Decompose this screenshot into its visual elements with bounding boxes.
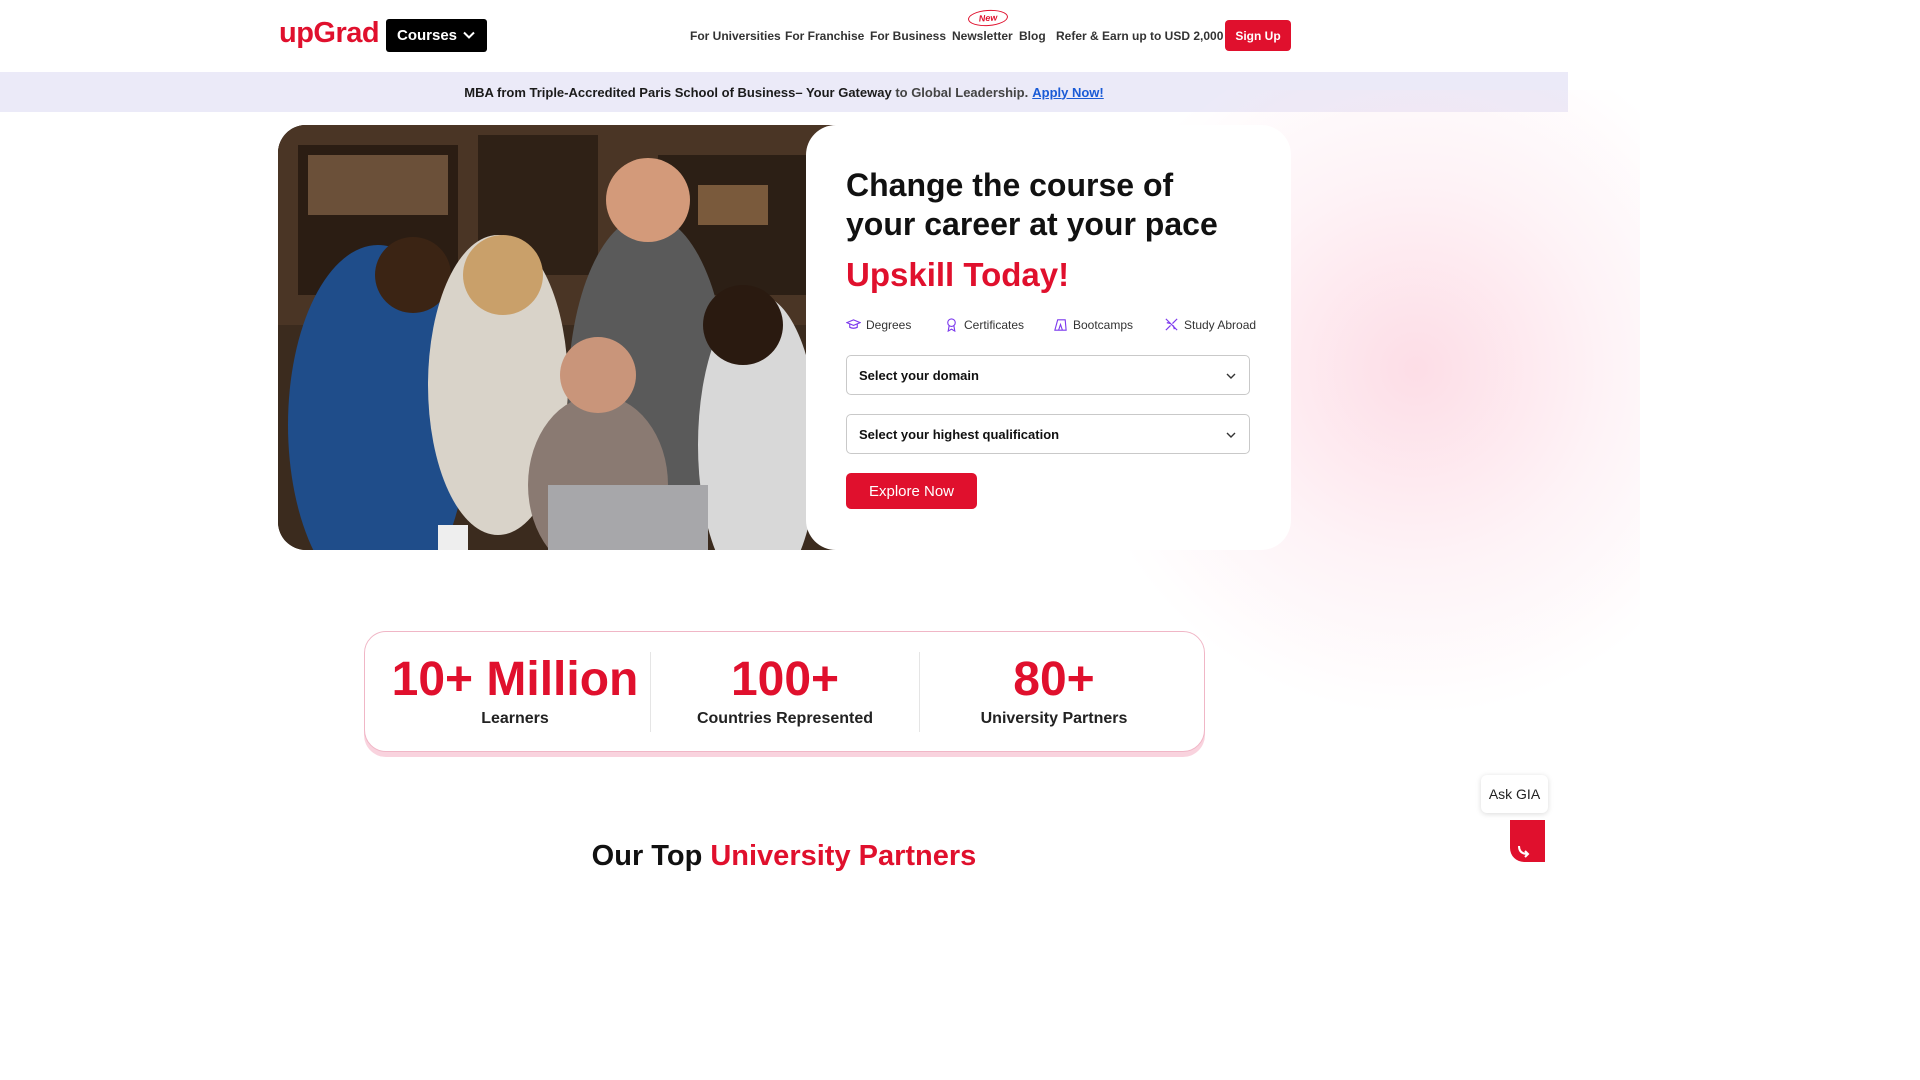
nav-blog[interactable]: Blog (1019, 29, 1046, 43)
hero-image (278, 125, 838, 550)
nav-for-universities[interactable]: For Universities (690, 29, 781, 43)
qualification-select-value: Select your highest qualification (859, 426, 1060, 442)
chat-icon (1518, 845, 1530, 858)
banner-text: MBA from Triple-Accredited Paris School … (464, 84, 892, 100)
hero-title: Change the course of your career at your… (846, 167, 1218, 242)
chevron-down-icon (1226, 373, 1236, 379)
domain-select-value: Select your domain (859, 367, 979, 383)
category-label: Degrees (866, 317, 912, 332)
stat-label: Countries Represented (696, 710, 874, 727)
chevron-down-icon (1226, 432, 1236, 438)
category-study-abroad[interactable]: Study Abroad (1164, 317, 1256, 332)
stat-value: 10+ Million (391, 653, 639, 706)
courses-label: Courses (397, 27, 458, 44)
domain-select[interactable]: Select your domain (846, 355, 1250, 395)
nav-for-franchise[interactable]: For Franchise (785, 29, 864, 43)
hero-accent: Upskill Today! (846, 256, 1070, 293)
stat-learners: 10+ Million Learners (380, 652, 650, 728)
gia-chat-button[interactable] (1510, 820, 1545, 862)
qualification-select[interactable]: Select your highest qualification (846, 414, 1250, 454)
nav-for-business[interactable]: For Business (870, 29, 946, 43)
category-label: Certificates (964, 317, 1025, 332)
category-certificates[interactable]: Certificates (944, 317, 1024, 332)
stat-label: University Partners (980, 710, 1128, 727)
banner-text-soft: to Global Leadership. (895, 84, 1029, 100)
explore-now-button[interactable]: Explore Now (846, 473, 977, 509)
category-label: Study Abroad (1184, 317, 1257, 332)
title-plain: Our Top (591, 840, 703, 872)
nav-newsletter[interactable]: Newsletter (952, 29, 1013, 43)
stat-label: Learners (481, 710, 549, 727)
award-ribbon-icon (947, 318, 956, 332)
bootcamp-icon (1054, 319, 1067, 331)
category-degrees[interactable]: Degrees (846, 317, 911, 332)
stats-card: 10+ Million Learners 100+ Countries Repr… (364, 631, 1205, 752)
graduation-cap-icon (846, 319, 861, 329)
nav-refer-earn[interactable]: Refer & Earn up to USD 2,000 (1056, 29, 1223, 43)
site-header: upGrad Courses For Universities For Fran… (0, 0, 1568, 72)
ask-gia-bubble[interactable]: Ask GIA (1481, 775, 1548, 813)
stat-value: 100+ (730, 653, 840, 706)
new-badge: New (967, 8, 1009, 28)
upgrad-logo[interactable]: upGrad (279, 17, 380, 50)
stat-value: 80+ (1013, 653, 1095, 706)
category-label: Bootcamps (1073, 317, 1134, 332)
partners-section-title: Our Top University Partners (0, 840, 1568, 873)
stat-countries: 100+ Countries Represented (650, 652, 920, 728)
sign-up-button[interactable]: Sign Up (1225, 20, 1291, 51)
category-bootcamps[interactable]: Bootcamps (1053, 317, 1133, 332)
title-accent: University Partners (710, 840, 977, 872)
stat-partners: 80+ University Partners (919, 652, 1189, 728)
chevron-down-icon (463, 31, 475, 39)
courses-dropdown-button[interactable]: Courses (386, 19, 487, 52)
airplane-icon (1165, 318, 1178, 331)
